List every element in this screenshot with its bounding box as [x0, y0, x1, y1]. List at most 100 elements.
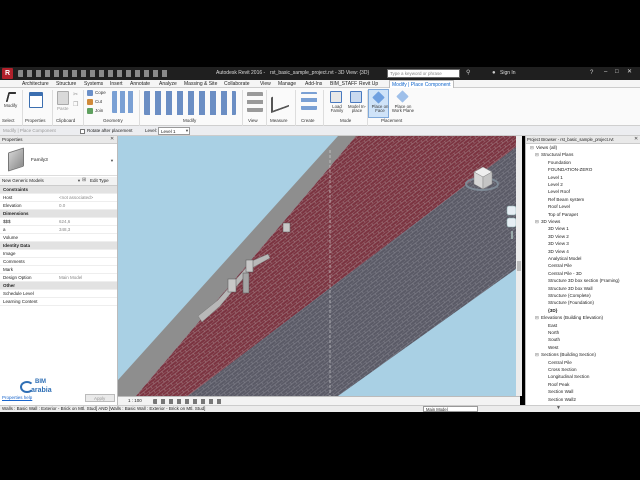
- property-group-header[interactable]: Dimensions: [0, 210, 117, 218]
- create-group-icon[interactable]: [301, 92, 317, 110]
- close-icon[interactable]: ✕: [627, 69, 632, 75]
- property-value[interactable]: <not associated>: [59, 194, 93, 202]
- tab-analyze[interactable]: Analyze: [159, 80, 177, 88]
- tab-manage[interactable]: Manage: [278, 80, 296, 88]
- zoom-icon[interactable]: [506, 217, 517, 228]
- sign-in-link[interactable]: Sign In: [500, 71, 516, 76]
- geometry-tools-icon[interactable]: [112, 91, 134, 113]
- tab-add-ins[interactable]: Add-Ins: [305, 80, 322, 88]
- tree-collapse-icon[interactable]: ⊟: [535, 153, 539, 158]
- browser-item[interactable]: Structural Plans: [541, 153, 573, 158]
- property-row[interactable]: Elevation 0.0: [0, 202, 117, 210]
- property-row[interactable]: Schedule Level: [0, 290, 117, 298]
- placed-component-box[interactable]: [282, 222, 291, 233]
- browser-item[interactable]: {3D}: [548, 308, 557, 314]
- copy-icon[interactable]: ❐: [73, 102, 78, 108]
- browser-item[interactable]: East: [548, 323, 557, 329]
- browser-item[interactable]: Foundation: [548, 160, 571, 166]
- view-tools-icon[interactable]: [247, 92, 263, 112]
- placed-component-box[interactable]: [242, 272, 250, 294]
- browser-item[interactable]: Analytical Model: [548, 256, 581, 262]
- property-row[interactable]: Host <not associated>: [0, 194, 117, 202]
- placed-component-box[interactable]: [245, 259, 254, 273]
- load-family-button[interactable]: Load Family: [326, 90, 346, 118]
- tab-architecture[interactable]: Architecture: [22, 80, 49, 88]
- browser-item[interactable]: 3D View 1: [548, 227, 569, 232]
- property-value[interactable]: 0.0: [59, 202, 65, 210]
- edit-type-button[interactable]: Edit Type: [90, 178, 109, 184]
- browser-item[interactable]: Central Pile: [548, 264, 572, 269]
- modify-button[interactable]: Modify: [2, 90, 20, 116]
- property-row[interactable]: Learning Content: [0, 298, 117, 306]
- property-row[interactable]: Mark: [0, 266, 117, 274]
- search-input[interactable]: Type a keyword or phrase: [387, 69, 460, 78]
- property-row[interactable]: Comments: [0, 258, 117, 266]
- tab-bim-staff[interactable]: BIM_STAFF: [330, 80, 357, 88]
- browser-item[interactable]: Level Roof: [548, 190, 570, 195]
- cope-button[interactable]: Cope: [95, 90, 106, 96]
- help-icon[interactable]: ?: [590, 70, 593, 76]
- full-navigation-wheel-icon[interactable]: [506, 205, 517, 216]
- quick-access-toolbar[interactable]: [18, 70, 168, 77]
- view-control-icons[interactable]: [153, 399, 223, 404]
- browser-item[interactable]: West: [548, 345, 558, 351]
- property-value[interactable]: 348,3: [59, 226, 70, 234]
- type-selector[interactable]: New Generic Models ▼ ⊞ Edit Type: [0, 177, 117, 186]
- tab-collaborate[interactable]: Collaborate: [224, 80, 250, 88]
- apply-button[interactable]: Apply: [85, 394, 115, 402]
- placed-component-box[interactable]: [227, 278, 237, 293]
- browser-item[interactable]: Longitudinal Section: [548, 375, 589, 380]
- browser-item[interactable]: Central Pile: [548, 360, 572, 366]
- tab-systems[interactable]: Systems: [84, 80, 103, 88]
- close-icon[interactable]: ✕: [634, 137, 638, 142]
- browser-item[interactable]: Structure 3D box section (Framing): [548, 279, 619, 284]
- model-in-place-button[interactable]: Model In-place: [346, 90, 366, 118]
- filter-icon[interactable]: ▼: [556, 406, 561, 411]
- property-value[interactable]: 624,6: [59, 218, 70, 226]
- view-scale[interactable]: 1 : 100: [128, 398, 142, 404]
- viewport-scrollbar[interactable]: [516, 136, 522, 396]
- browser-item[interactable]: FOUNDATION-ZERO: [548, 168, 592, 173]
- property-group-header[interactable]: Other: [0, 282, 117, 290]
- measure-icon[interactable]: [271, 90, 289, 114]
- revit-logo-icon[interactable]: R: [2, 68, 13, 79]
- type-dropdown-icon[interactable]: ▼: [110, 159, 114, 163]
- tab-massing-site[interactable]: Massing & Site: [184, 80, 217, 88]
- tab-insert[interactable]: Insert: [110, 80, 123, 88]
- browser-item[interactable]: North: [548, 330, 559, 336]
- browser-item[interactable]: 3D View 3: [548, 242, 569, 247]
- paste-icon[interactable]: [57, 91, 69, 105]
- chevron-down-icon[interactable]: ▼: [77, 179, 81, 183]
- browser-item[interactable]: Cross Section: [548, 367, 577, 373]
- browser-item[interactable]: Section Wall: [548, 390, 573, 395]
- browser-item[interactable]: 3D View 4: [548, 249, 569, 255]
- property-group-header[interactable]: Constraints: [0, 186, 117, 194]
- property-row[interactable]: Design Option Main Model: [0, 274, 117, 282]
- property-row[interactable]: a 348,3: [0, 226, 117, 234]
- property-group-header[interactable]: Identity Data: [0, 242, 117, 250]
- browser-item[interactable]: Roof Level: [548, 205, 570, 210]
- browser-item[interactable]: Structure (Foundation): [548, 301, 594, 306]
- user-icon[interactable]: ●: [492, 70, 496, 76]
- property-row[interactable]: Image: [0, 250, 117, 258]
- close-icon[interactable]: ✕: [110, 137, 114, 142]
- browser-item[interactable]: Sections (Building Section): [541, 353, 596, 358]
- 3d-viewport[interactable]: [118, 136, 520, 396]
- tree-collapse-icon[interactable]: ⊟: [535, 353, 539, 358]
- browser-item[interactable]: Roof Peak: [548, 382, 569, 388]
- place-on-face-button[interactable]: Place on Face: [368, 89, 389, 118]
- browser-item[interactable]: Section Wall2: [548, 397, 576, 403]
- join-button[interactable]: Join: [95, 108, 103, 114]
- tab-structure[interactable]: Structure: [56, 80, 76, 88]
- select-panel-label[interactable]: Select: [2, 118, 15, 124]
- browser-item[interactable]: Structure 3D box Wall: [548, 286, 593, 292]
- property-row[interactable]: Volume: [0, 234, 117, 242]
- level-select[interactable]: Level 1 ▼: [158, 127, 190, 135]
- place-on-work-plane-button[interactable]: Place on Work Plane: [390, 90, 416, 118]
- browser-item[interactable]: Structure (Complete): [548, 293, 591, 299]
- cut-scissors-icon[interactable]: ✂: [73, 92, 78, 98]
- edit-type-icon[interactable]: ⊞: [82, 178, 86, 183]
- design-option-select[interactable]: Main Model: [423, 406, 478, 412]
- properties-help-link[interactable]: Properties help: [2, 395, 32, 401]
- browser-item[interactable]: Level 2: [548, 182, 563, 188]
